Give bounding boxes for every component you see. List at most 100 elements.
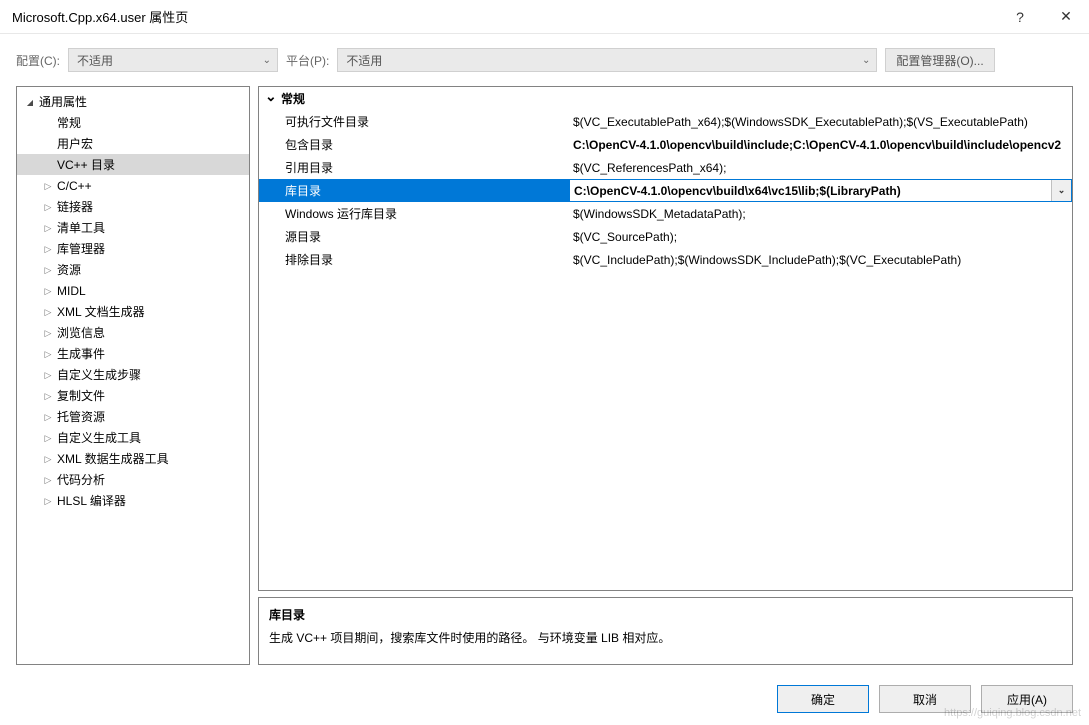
expand-icon: [41, 222, 55, 234]
tree-item-label: 生成事件: [55, 345, 105, 362]
chevron-down-icon: ⌄: [1058, 185, 1066, 196]
apply-label: 应用(A): [1007, 691, 1047, 708]
tree-item-label: 资源: [55, 261, 81, 278]
expand-icon: [41, 390, 55, 402]
tree-item[interactable]: XML 文档生成器: [17, 301, 249, 322]
config-select[interactable]: 不适用 ⌄: [68, 48, 278, 72]
titlebar: Microsoft.Cpp.x64.user 属性页 ? ✕: [0, 0, 1089, 34]
expand-icon: [23, 96, 37, 108]
expand-icon: [41, 180, 55, 192]
tree-item-label: 浏览信息: [55, 324, 105, 341]
tree-item[interactable]: 托管资源: [17, 406, 249, 427]
tree-item-label: VC++ 目录: [55, 156, 115, 173]
help-button[interactable]: ?: [997, 0, 1043, 34]
tree-item-label: 复制文件: [55, 387, 105, 404]
tree-item[interactable]: MIDL: [17, 280, 249, 301]
tree-root[interactable]: 通用属性: [17, 91, 249, 112]
property-name: 包含目录: [259, 133, 569, 156]
cancel-label: 取消: [913, 691, 937, 708]
expand-icon: [41, 306, 55, 318]
config-label: 配置(C):: [16, 52, 60, 69]
close-button[interactable]: ✕: [1043, 0, 1089, 34]
property-value[interactable]: $(WindowsSDK_MetadataPath);: [569, 202, 1072, 225]
tree-item-label: 代码分析: [55, 471, 105, 488]
chevron-down-icon: [265, 90, 281, 107]
description-text: 生成 VC++ 项目期间，搜索库文件时使用的路径。 与环境变量 LIB 相对应。: [269, 629, 1062, 646]
tree-item[interactable]: 用户宏: [17, 133, 249, 154]
property-value[interactable]: C:\OpenCV-4.1.0\opencv\build\x64\vc15\li…: [569, 179, 1072, 202]
tree-item-label: 链接器: [55, 198, 93, 215]
dialog-buttons: 确定 取消 应用(A): [0, 675, 1089, 725]
close-icon: ✕: [1060, 8, 1072, 25]
category-row[interactable]: 常规: [259, 87, 1072, 110]
config-manager-label: 配置管理器(O)...: [896, 52, 983, 69]
property-name: 库目录: [259, 179, 569, 202]
chevron-down-icon: ⌄: [862, 55, 870, 66]
expand-icon: [41, 495, 55, 507]
category-label: 常规: [281, 90, 305, 107]
property-value[interactable]: $(VC_ExecutablePath_x64);$(WindowsSDK_Ex…: [569, 110, 1072, 133]
tree-item-label: XML 数据生成器工具: [55, 450, 169, 467]
tree-item[interactable]: 自定义生成步骤: [17, 364, 249, 385]
tree-item[interactable]: 生成事件: [17, 343, 249, 364]
description-panel: 库目录 生成 VC++ 项目期间，搜索库文件时使用的路径。 与环境变量 LIB …: [258, 597, 1073, 665]
help-icon: ?: [1016, 9, 1024, 25]
tree-panel[interactable]: 通用属性 常规用户宏 VC++ 目录 C/C++ 链接器清单工具库管理器资源 MIDL X…: [16, 86, 250, 665]
property-value[interactable]: $(VC_IncludePath);$(WindowsSDK_IncludePa…: [569, 248, 1072, 271]
property-value[interactable]: $(VC_SourcePath);: [569, 225, 1072, 248]
tree-item[interactable]: XML 数据生成器工具: [17, 448, 249, 469]
tree-item[interactable]: 自定义生成工具: [17, 427, 249, 448]
tree-item[interactable]: VC++ 目录: [17, 154, 249, 175]
property-name: 可执行文件目录: [259, 110, 569, 133]
platform-select-value: 不适用: [346, 52, 382, 69]
property-value[interactable]: $(VC_ReferencesPath_x64);: [569, 156, 1072, 179]
tree-item-label: 清单工具: [55, 219, 105, 236]
property-value[interactable]: C:\OpenCV-4.1.0\opencv\build\include;C:\…: [569, 133, 1072, 156]
tree-item-label: 自定义生成工具: [55, 429, 141, 446]
ok-button[interactable]: 确定: [777, 685, 869, 713]
platform-select[interactable]: 不适用 ⌄: [337, 48, 877, 72]
expand-icon: [41, 243, 55, 255]
expand-icon: [41, 201, 55, 213]
property-row[interactable]: 可执行文件目录$(VC_ExecutablePath_x64);$(Window…: [259, 110, 1072, 133]
expand-icon: [41, 411, 55, 423]
expand-icon: [41, 453, 55, 465]
dropdown-button[interactable]: ⌄: [1051, 180, 1071, 201]
expand-icon: [41, 327, 55, 339]
property-name: 排除目录: [259, 248, 569, 271]
config-select-value: 不适用: [77, 52, 113, 69]
config-bar: 配置(C): 不适用 ⌄ 平台(P): 不适用 ⌄ 配置管理器(O)...: [0, 34, 1089, 86]
tree-item-label: HLSL 编译器: [55, 492, 126, 509]
property-row[interactable]: 源目录$(VC_SourcePath);: [259, 225, 1072, 248]
property-name: 引用目录: [259, 156, 569, 179]
cancel-button[interactable]: 取消: [879, 685, 971, 713]
config-manager-button[interactable]: 配置管理器(O)...: [885, 48, 994, 72]
main-area: 通用属性 常规用户宏VC++ 目录C/C++链接器清单工具库管理器资源MIDLX…: [0, 86, 1089, 675]
expand-icon: [41, 264, 55, 276]
tree-item[interactable]: HLSL 编译器: [17, 490, 249, 511]
expand-icon: [41, 348, 55, 360]
tree-item[interactable]: 资源: [17, 259, 249, 280]
expand-icon: [41, 432, 55, 444]
ok-label: 确定: [811, 691, 835, 708]
tree-item-label: MIDL: [55, 284, 86, 298]
property-row[interactable]: 库目录C:\OpenCV-4.1.0\opencv\build\x64\vc15…: [259, 179, 1072, 202]
property-name: 源目录: [259, 225, 569, 248]
apply-button[interactable]: 应用(A): [981, 685, 1073, 713]
tree-item[interactable]: 库管理器: [17, 238, 249, 259]
property-row[interactable]: Windows 运行库目录$(WindowsSDK_MetadataPath);: [259, 202, 1072, 225]
property-row[interactable]: 排除目录$(VC_IncludePath);$(WindowsSDK_Inclu…: [259, 248, 1072, 271]
property-row[interactable]: 包含目录C:\OpenCV-4.1.0\opencv\build\include…: [259, 133, 1072, 156]
property-row[interactable]: 引用目录$(VC_ReferencesPath_x64);: [259, 156, 1072, 179]
window-title: Microsoft.Cpp.x64.user 属性页: [12, 7, 188, 26]
tree-item[interactable]: 常规: [17, 112, 249, 133]
tree-item[interactable]: 复制文件: [17, 385, 249, 406]
tree-item[interactable]: 清单工具: [17, 217, 249, 238]
tree-item[interactable]: C/C++: [17, 175, 249, 196]
tree-item[interactable]: 浏览信息: [17, 322, 249, 343]
expand-icon: [41, 369, 55, 381]
description-title: 库目录: [269, 606, 1062, 623]
tree-item[interactable]: 代码分析: [17, 469, 249, 490]
tree-item[interactable]: 链接器: [17, 196, 249, 217]
tree-item-label: C/C++: [55, 179, 92, 193]
